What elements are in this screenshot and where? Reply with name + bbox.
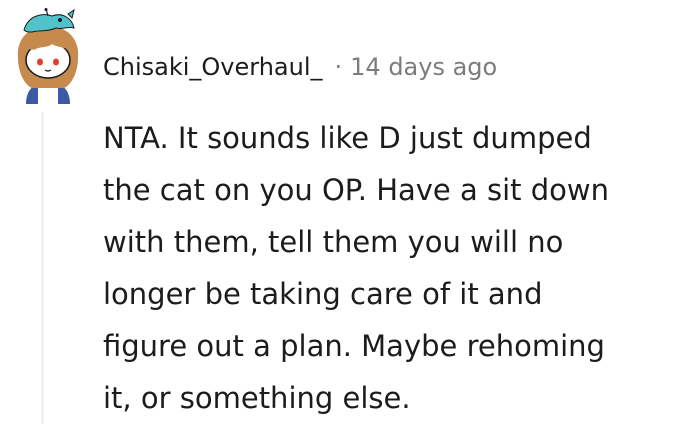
comment-line: the cat on you OP. Have a sit down (103, 173, 609, 207)
comment-card: Chisaki_Overhaul_ · 14 days ago NTA. It … (0, 0, 700, 424)
comment-body: NTA. It sounds like D just dumped the ca… (103, 112, 693, 424)
comment-header: Chisaki_Overhaul_ · 14 days ago (103, 50, 497, 84)
meta-separator: · (334, 53, 343, 81)
comment-line: it, or something else. (103, 381, 411, 415)
username-link[interactable]: Chisaki_Overhaul_ (103, 53, 323, 81)
comment-line: with them, tell them you will no (103, 225, 564, 259)
comment-line: figure out a plan. Maybe rehoming (103, 329, 605, 363)
comment-line: NTA. It sounds like D just dumped (103, 121, 592, 155)
timestamp-link[interactable]: 14 days ago (350, 53, 497, 81)
comment-line: longer be taking care of it and (103, 277, 543, 311)
user-avatar-icon[interactable] (8, 8, 88, 104)
thread-line[interactable] (41, 112, 44, 424)
